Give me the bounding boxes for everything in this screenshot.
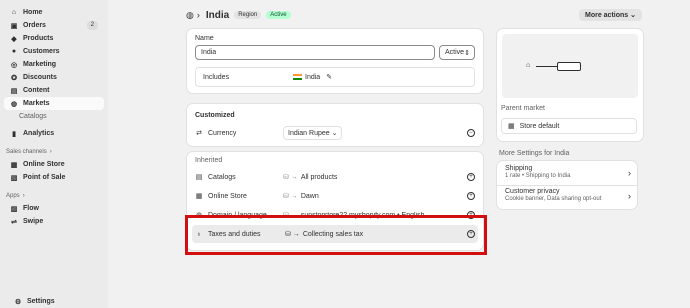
more-actions-button[interactable]: More actions ⌄ (578, 9, 642, 21)
market-node (557, 62, 581, 71)
store-default-button[interactable]: ▦ Store default (501, 118, 637, 134)
chevron-right-icon: › (22, 192, 25, 199)
flow-icon: ▨ (10, 205, 18, 213)
customers-icon: ● (11, 48, 17, 55)
marketing-icon: ◎ (10, 61, 18, 69)
sidebar-item-label: Discounts (23, 74, 57, 81)
sidebar: ⌂ Home ▣ Orders 2 ◆ Products ● Customers ◎ Mar… (0, 0, 108, 308)
point-of-sale-icon: ▧ (10, 174, 18, 182)
sidebar-item-label: Markets (23, 100, 50, 107)
discounts-icon: ✪ (11, 74, 17, 82)
home-icon: ⌂ (526, 62, 531, 69)
sidebar-item-online-store[interactable]: ▦ Online Store (4, 158, 104, 171)
inherited-label: Inherited (195, 157, 223, 164)
parent-market-label: Parent market (501, 105, 545, 112)
sidebar-item-markets[interactable]: ◍ Markets (4, 97, 104, 110)
orders-icon: ▣ (10, 22, 18, 30)
sidebar-item-label: Orders (23, 22, 46, 29)
sidebar-item-label: Swipe (23, 218, 44, 225)
chevron-updown-icon: ⇕ (464, 49, 470, 57)
sidebar-item-label: Online Store (23, 161, 65, 168)
includes-label: Includes (203, 73, 230, 81)
name-card: Name India Active ⇕ Includes India ✎ (187, 29, 483, 93)
sidebar-item-discounts[interactable]: ✪ Discounts (4, 71, 104, 84)
inherited-icon: ⛁ → (283, 193, 298, 200)
india-flag-icon (293, 74, 302, 80)
sidebar-item-catalogs[interactable]: Catalogs (0, 110, 108, 123)
inherited-row-online-store[interactable]: ▦ Online Store ⛁ → Dawn + (187, 188, 483, 204)
online-store-icon: ▦ (10, 161, 18, 169)
sidebar-item-customers[interactable]: ● Customers (4, 45, 104, 58)
sidebar-item-label: Content (23, 87, 50, 94)
chevron-right-icon: › (49, 148, 52, 155)
status-badge: Active (266, 11, 291, 19)
sidebar-item-label: Analytics (23, 130, 55, 137)
sidebar-item-content[interactable]: ▤ Content (4, 84, 104, 97)
page-title: India (205, 9, 230, 21)
currency-select[interactable]: Indian Rupee ⌄ (283, 126, 343, 140)
sidebar-item-flow[interactable]: ▨ Flow (4, 202, 104, 215)
customer-privacy-row[interactable]: Customer privacy Cookie banner, Data sha… (505, 188, 631, 202)
page-header: ◍ › India Region Active More actions ⌄ (186, 7, 642, 23)
home-icon: ⌂ (11, 9, 17, 16)
status-select[interactable]: Active ⇕ (439, 45, 475, 60)
sidebar-item-point-of-sale[interactable]: ▧ Point of Sale (4, 171, 104, 184)
sidebar-item-label: Customers (23, 48, 60, 55)
sidebar-item-products[interactable]: ◆ Products (4, 32, 104, 45)
apps-label[interactable]: Apps › (0, 189, 108, 202)
more-settings-card: Shipping 1 rate • Shipping to India › Cu… (497, 161, 637, 209)
chevron-down-icon: ⌄ (630, 12, 636, 19)
more-settings-label: More Settings for India (499, 150, 570, 157)
sidebar-item-label: Home (23, 9, 43, 16)
chevron-down-icon: ⌄ (331, 130, 338, 137)
sidebar-item-label: Marketing (23, 61, 57, 68)
content-icon: ▤ (10, 87, 18, 95)
products-icon: ◆ (11, 35, 17, 43)
gear-icon: ⚙ (14, 298, 22, 306)
includes-value: India (305, 73, 321, 81)
inherited-icon: ⛁ → (283, 174, 298, 181)
chevron-right-icon[interactable]: › (197, 10, 200, 20)
chevron-right-icon: › (628, 168, 631, 178)
divider (497, 185, 637, 186)
sales-channels-label[interactable]: Sales channels › (0, 145, 108, 158)
includes-box: Includes India ✎ (195, 67, 475, 87)
sidebar-item-analytics[interactable]: ▮ Analytics (4, 127, 104, 140)
name-label: Name (195, 35, 214, 42)
sidebar-item-marketing[interactable]: ◎ Marketing (4, 58, 104, 71)
currency-icon: ⇄ (196, 130, 202, 137)
add-icon[interactable]: + (467, 192, 475, 200)
inherited-row-catalogs[interactable]: ▤ Catalogs ⛁ → All products + (187, 169, 483, 185)
sidebar-item-label: Settings (27, 298, 55, 305)
connector-line (536, 66, 557, 67)
swipe-icon: ⇌ (11, 218, 17, 226)
parent-market-card: ⌂ Parent market ▦ Store default (497, 29, 643, 141)
orders-badge: 2 (86, 21, 98, 30)
customized-card: Customized ⇄ Currency Indian Rupee ⌄ − (187, 104, 483, 146)
markets-icon: ◍ (186, 9, 194, 20)
add-icon[interactable]: + (467, 173, 475, 181)
region-badge: Region (234, 11, 262, 19)
sidebar-item-orders[interactable]: ▣ Orders 2 (4, 19, 104, 32)
analytics-icon: ▮ (12, 130, 16, 138)
market-diagram: ⌂ (502, 34, 638, 98)
sidebar-item-label: Point of Sale (23, 174, 66, 181)
markets-icon: ◍ (10, 100, 18, 108)
sidebar-item-settings[interactable]: ⚙ Settings (8, 295, 61, 308)
online-store-icon: ▦ (195, 193, 203, 200)
name-input[interactable]: India (195, 45, 435, 60)
customized-label: Customized (195, 112, 235, 119)
sidebar-item-swipe[interactable]: ⇌ Swipe (4, 215, 104, 228)
sidebar-item-label: Flow (23, 205, 39, 212)
sidebar-item-home[interactable]: ⌂ Home (4, 6, 104, 19)
currency-row[interactable]: ⇄ Currency Indian Rupee ⌄ − (187, 125, 483, 141)
sidebar-item-label: Products (23, 35, 54, 42)
highlight-box (185, 215, 487, 255)
shipping-row[interactable]: Shipping 1 rate • Shipping to India › (505, 165, 631, 179)
chevron-right-icon: › (628, 191, 631, 201)
store-icon: ▦ (508, 123, 515, 130)
catalogs-icon: ▤ (195, 174, 203, 181)
remove-icon[interactable]: − (467, 129, 475, 137)
edit-icon[interactable]: ✎ (326, 73, 332, 81)
